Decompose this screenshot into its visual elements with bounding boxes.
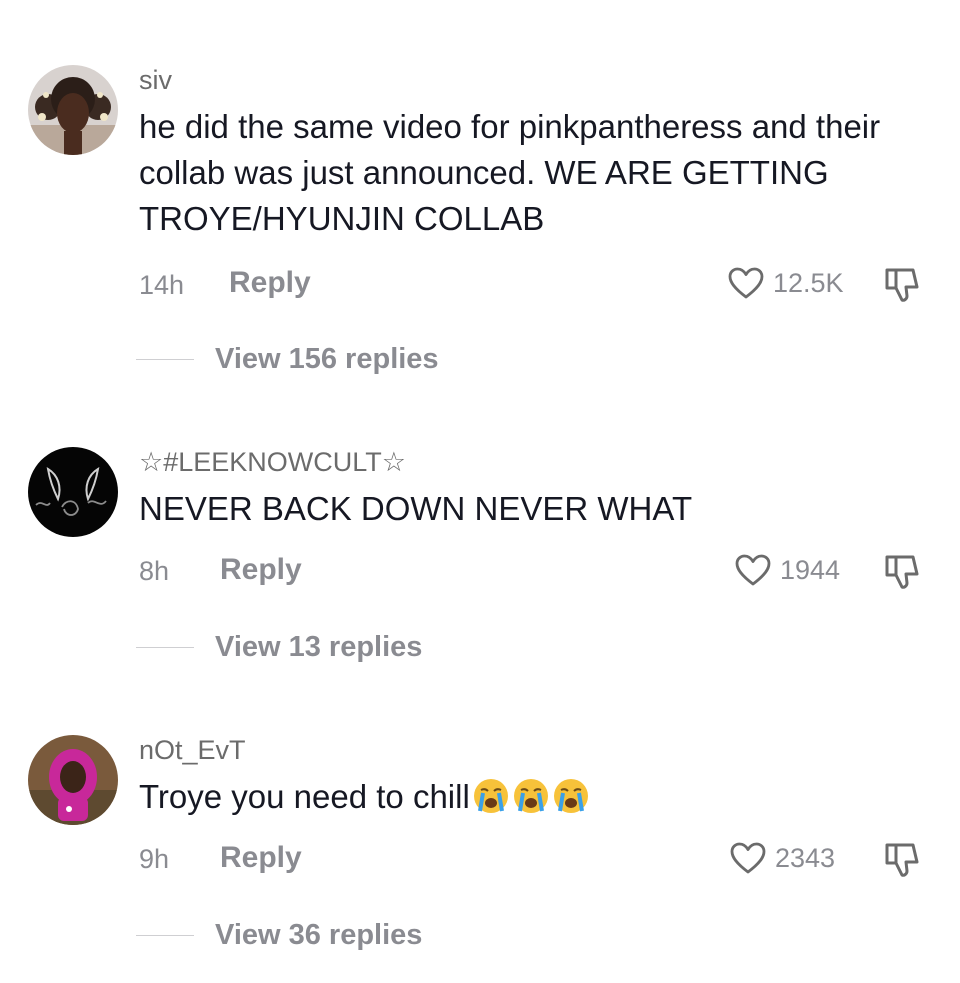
user-avatar-image (28, 447, 118, 537)
thumbs-down-outline-icon (885, 843, 919, 877)
comment-timestamp: 8h (139, 556, 170, 586)
avatar[interactable] (28, 65, 118, 155)
like-button[interactable]: 1944 (734, 553, 840, 587)
loudly-crying-face-icon (473, 779, 508, 813)
comment-text: NEVER BACK DOWN NEVER WHAT (139, 490, 693, 527)
like-count: 1944 (780, 554, 841, 585)
replies-divider (136, 359, 194, 360)
like-count: 2343 (775, 842, 836, 873)
username[interactable]: ☆#LEEKNOWCULT☆ (139, 449, 406, 476)
comment-text: Troye you need to chill (139, 774, 939, 820)
comment-timestamp: 9h (139, 844, 170, 874)
view-replies-button[interactable]: View 156 replies (215, 345, 439, 374)
heart-outline-icon (730, 842, 766, 874)
view-replies-button[interactable]: View 36 replies (215, 921, 422, 950)
replies-divider (136, 647, 194, 648)
thumbs-down-outline-icon (885, 268, 919, 302)
heart-outline-icon (735, 554, 771, 586)
avatar[interactable] (28, 735, 118, 825)
dislike-button[interactable] (882, 552, 922, 592)
reply-button[interactable]: Reply (229, 268, 311, 298)
user-avatar-image (28, 735, 118, 825)
avatar[interactable] (28, 447, 118, 537)
like-count: 12.5K (773, 267, 844, 298)
like-button[interactable]: 2343 (729, 841, 835, 875)
user-avatar-image (28, 65, 118, 155)
dislike-button[interactable] (882, 840, 922, 880)
dislike-button[interactable] (882, 265, 922, 305)
username[interactable]: siv (139, 67, 172, 94)
loudly-crying-face-icon (513, 779, 548, 813)
heart-outline-icon (728, 267, 764, 299)
loudly-crying-face-icon (553, 779, 588, 813)
like-button[interactable]: 12.5K (727, 266, 844, 300)
comment-text-body: Troye you need to chill (139, 778, 470, 815)
reply-button[interactable]: Reply (220, 555, 302, 585)
thumbs-down-outline-icon (885, 555, 919, 589)
view-replies-button[interactable]: View 13 replies (215, 633, 422, 662)
reply-button[interactable]: Reply (220, 843, 302, 873)
replies-divider (136, 935, 194, 936)
comment-text: he did the same video for pinkpantheress… (139, 108, 881, 237)
username[interactable]: nOt_EvT (139, 737, 246, 764)
comment-timestamp: 14h (139, 270, 185, 300)
